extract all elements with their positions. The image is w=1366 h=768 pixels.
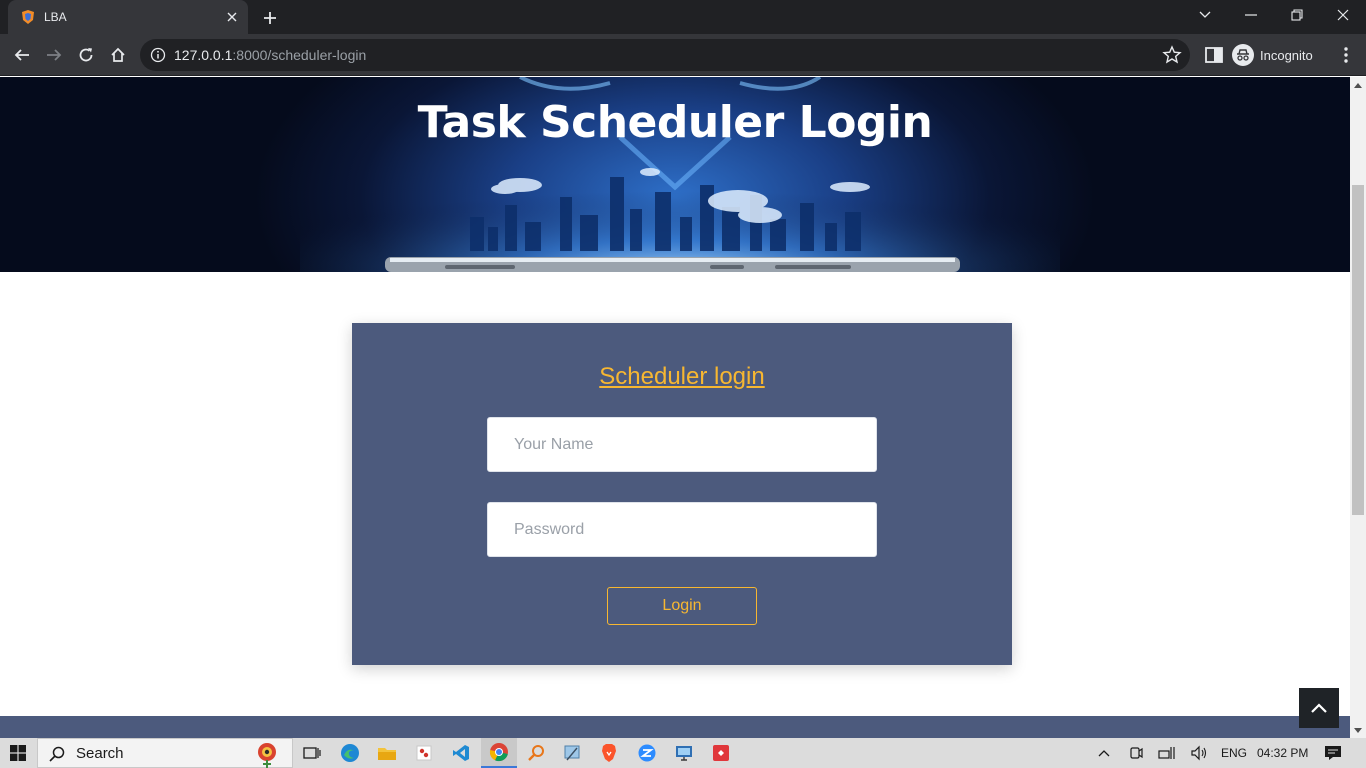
minimize-icon[interactable] [1228,0,1274,30]
incognito-icon [1232,44,1254,66]
hero-banner: Task Scheduler Login [0,77,1350,272]
screen: LBA 127.0.0.1:8000/scheduler-login Incog… [0,0,1366,768]
search-tool-icon[interactable] [518,738,554,768]
scheduler-login-link[interactable]: Scheduler login [352,363,1012,391]
url-host: 127.0.0.1 [174,47,233,63]
meet-now-icon[interactable] [1127,744,1145,762]
windows-logo-icon [10,745,26,761]
show-hidden-icons-icon[interactable] [1095,744,1113,762]
new-tab-icon[interactable] [258,6,282,30]
chrome-icon[interactable] [481,738,517,768]
clock[interactable]: 04:32 PM [1257,746,1308,760]
url-text[interactable]: 127.0.0.1:8000/scheduler-login [174,47,366,63]
browser-tab[interactable]: LBA [8,0,248,34]
windows-taskbar: Search ENG 04:32 PM [0,738,1366,768]
scrollbar-thumb[interactable] [1352,185,1364,515]
task-view-icon[interactable] [294,738,330,768]
footer-band [0,716,1350,738]
start-button[interactable] [0,738,36,768]
restore-icon[interactable] [1274,0,1320,30]
tab-title: LBA [44,10,67,24]
browser-toolbar: 127.0.0.1:8000/scheduler-login Incognito [0,34,1366,76]
chevron-up-icon [1311,703,1327,713]
page-scrollbar[interactable] [1350,77,1366,738]
address-bar[interactable]: 127.0.0.1:8000/scheduler-login [140,39,1190,71]
edge-icon[interactable] [332,738,368,768]
site-favicon-icon [22,10,34,24]
search-highlight-icon [258,743,276,768]
password-input[interactable] [487,502,877,557]
snipping-icon[interactable] [554,738,590,768]
language-indicator[interactable]: ENG [1221,746,1247,760]
volume-icon[interactable] [1190,744,1208,762]
bookmark-star-icon[interactable] [1162,45,1182,65]
page-title: Task Scheduler Login [417,97,933,148]
taskbar-search-box[interactable]: Search [37,738,293,768]
close-tab-icon[interactable] [222,7,242,27]
login-button[interactable]: Login [607,587,757,625]
name-input[interactable] [487,417,877,472]
scroll-down-icon[interactable] [1350,722,1366,738]
home-icon[interactable] [104,41,132,69]
site-info-icon[interactable] [150,47,166,63]
close-window-icon[interactable] [1320,0,1366,30]
incognito-label: Incognito [1260,47,1313,63]
file-explorer-icon[interactable] [369,738,405,768]
network-icon[interactable] [1158,744,1176,762]
vscode-icon[interactable] [443,738,479,768]
browser-menu-icon[interactable] [1336,43,1356,67]
tab-search-chevron-icon[interactable] [1182,0,1228,30]
url-path: :8000/scheduler-login [232,47,367,63]
zoom-icon[interactable] [629,738,665,768]
taskbar-search-label: Search [76,745,124,762]
back-arrow-icon[interactable] [8,41,36,69]
reload-icon[interactable] [72,41,100,69]
back-to-top-button[interactable] [1299,688,1339,728]
anydesk-icon[interactable] [703,738,739,768]
search-icon [49,746,65,762]
scroll-up-icon[interactable] [1350,77,1366,93]
browser-tab-bar: LBA [0,0,1366,34]
brave-icon[interactable] [591,738,627,768]
login-card: Scheduler login Login [352,323,1012,665]
incognito-profile-button[interactable]: Incognito [1232,42,1313,68]
page-viewport: Task Scheduler Login Scheduler login Log… [0,77,1350,738]
side-panel-icon[interactable] [1203,44,1225,66]
forward-arrow-icon[interactable] [40,41,68,69]
notifications-icon[interactable] [1324,744,1342,762]
remote-desktop-icon[interactable] [666,738,702,768]
photos-icon[interactable] [406,738,442,768]
